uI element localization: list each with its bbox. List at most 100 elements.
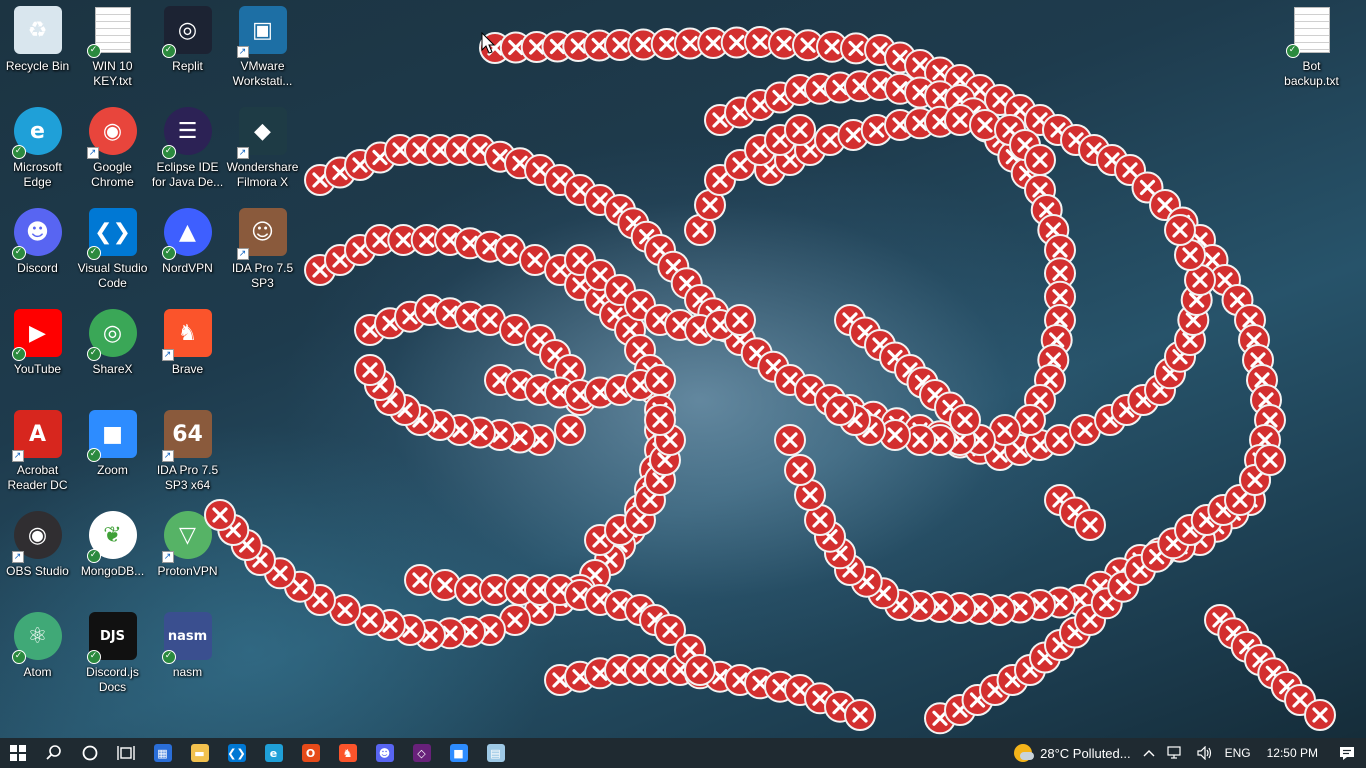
desktop-icon[interactable]: 64 ↗ IDA Pro 7.5 SP3 x64 (150, 404, 225, 505)
error-x-icon (564, 379, 596, 411)
error-x-icon (740, 337, 773, 370)
desktop-icon[interactable]: ❮❯ ✓ Visual Studio Code (75, 202, 150, 303)
error-x-icon (839, 404, 871, 436)
taskbar-app-notepad[interactable]: ▤ (477, 738, 514, 768)
error-x-icon (484, 419, 516, 451)
error-x-icon (884, 109, 916, 141)
desktop-icon[interactable]: ◆ ↗ Wondershare Filmora X (225, 101, 300, 202)
error-x-icon (1234, 484, 1266, 516)
error-x-icon (479, 574, 511, 606)
taskbar-app-vscode[interactable]: ❮❯ (218, 738, 255, 768)
error-x-icon (429, 569, 461, 601)
clock[interactable]: 12:50 PM (1257, 738, 1328, 768)
error-x-icon (894, 354, 926, 386)
taskbar-app-microsoft-store[interactable]: ▦ (144, 738, 181, 768)
error-x-icon (904, 414, 936, 446)
taskbar-app-office[interactable]: O (292, 738, 329, 768)
error-x-icon (524, 154, 556, 186)
error-x-icon (840, 32, 872, 65)
cortana-icon[interactable] (72, 738, 108, 768)
shortcut-arrow-icon: ↗ (161, 450, 174, 462)
desktop-icon-label: nasm (172, 665, 203, 679)
start-icon[interactable] (0, 738, 36, 768)
task-view-icon[interactable] (108, 738, 144, 768)
weather-widget[interactable]: 28°C Polluted... (1008, 738, 1136, 768)
desktop-icon-label: Wondershare Filmora X (226, 160, 299, 189)
desktop-icon[interactable]: ▣ ↗ VMware Workstati... (225, 0, 300, 101)
taskbar-app-brave[interactable]: ♞ (329, 738, 366, 768)
error-x-icon (1060, 124, 1092, 156)
desktop-icon[interactable]: ◎ ✓ Replit (150, 0, 225, 101)
desktop-icon-label: Bot backup.txt (1284, 59, 1339, 88)
error-x-icon (804, 504, 836, 536)
desktop-icon[interactable]: ✓ Bot backup.txt (1274, 0, 1349, 101)
error-x-icon (410, 224, 443, 256)
desktop-icon[interactable]: ◎ ✓ ShareX (75, 303, 150, 404)
language-indicator[interactable]: ENG (1219, 738, 1257, 768)
desktop-icon[interactable]: nasm ✓ nasm (150, 606, 225, 707)
desktop-icon[interactable]: ✓ WIN 10 KEY.txt (75, 0, 150, 101)
desktop-icon[interactable]: ▶ ✓ YouTube (0, 303, 75, 404)
desktop-icon-grid: ♻ Recycle Bin ✓ WIN 10 KEY.txt ◎ ✓ Replit ▣ ↗ VMw… (0, 0, 300, 707)
notifications-icon[interactable] (1328, 738, 1366, 768)
error-x-icon (724, 149, 756, 181)
taskbar-app-zoom[interactable]: ■ (440, 738, 477, 768)
desktop-icon[interactable]: DJS ✓ Discord.js Docs (75, 606, 150, 707)
desktop-icon[interactable]: ♻ Recycle Bin (0, 0, 75, 101)
error-x-icon (1044, 424, 1076, 456)
taskbar-app-discord[interactable]: ☻ (366, 738, 403, 768)
taskbar-app-file-explorer[interactable]: ▬ (181, 738, 218, 768)
error-x-icon (344, 149, 376, 181)
discord-icon: ☻ ✓ (11, 208, 62, 260)
error-x-icon (961, 684, 994, 716)
desktop-icon[interactable]: ■ ✓ Zoom (75, 404, 150, 505)
shortcut-arrow-icon: ↗ (11, 551, 24, 563)
network-icon[interactable] (1161, 738, 1191, 768)
error-x-icon (644, 434, 676, 466)
desktop-icon[interactable]: A ↗ Acrobat Reader DC (0, 404, 75, 505)
error-x-icon (664, 309, 696, 341)
volume-icon[interactable] (1191, 738, 1219, 768)
desktop-icon[interactable]: ☻ ✓ Discord (0, 202, 75, 303)
desktop-icon[interactable]: ◉ ↗ Google Chrome (75, 101, 150, 202)
error-x-icon (924, 591, 956, 623)
error-x-icon (1074, 509, 1106, 541)
error-x-icon (624, 334, 656, 366)
sync-check-icon: ✓ (161, 246, 176, 260)
error-x-icon (757, 350, 790, 383)
desktop-icon[interactable]: ♞ ↗ Brave (150, 303, 225, 404)
desktop-icon[interactable]: ▽ ↗ ProtonVPN (150, 505, 225, 606)
error-x-icon (1044, 280, 1076, 313)
error-x-icon (994, 114, 1026, 146)
desktop-icon[interactable]: ☺ ↗ IDA Pro 7.5 SP3 (225, 202, 300, 303)
error-x-icon (949, 404, 981, 436)
error-x-icon (1164, 530, 1196, 563)
error-x-icon (924, 420, 956, 453)
desktop-icon[interactable]: ▲ ✓ NordVPN (150, 202, 225, 303)
error-x-icon (1207, 494, 1240, 526)
error-x-icon (474, 230, 506, 263)
error-x-icon (1030, 194, 1063, 226)
error-x-icon (387, 224, 420, 256)
desktop-icon[interactable]: e ✓ Microsoft Edge (0, 101, 75, 202)
vscode-icon: ❮❯ (227, 744, 246, 762)
desktop-icon[interactable]: ☰ ✓ Eclipse IDE for Java De... (150, 101, 225, 202)
taskbar-app-edge[interactable]: e (255, 738, 292, 768)
taskbar-app-visual-studio[interactable]: ◇ (403, 738, 440, 768)
shortcut-arrow-icon: ↗ (161, 349, 174, 361)
error-x-icon (644, 654, 676, 686)
error-x-icon (1217, 617, 1250, 650)
desktop-icon[interactable]: ⚛ ✓ Atom (0, 606, 75, 707)
discord-icon: ☻ (375, 744, 394, 762)
shortcut-arrow-icon: ↗ (161, 551, 174, 563)
error-x-icon (684, 654, 716, 686)
error-x-icon (604, 374, 636, 406)
desktop-icon[interactable]: ❦ ✓ MongoDB... (75, 505, 150, 606)
search-icon[interactable] (36, 738, 72, 768)
sync-check-icon: ✓ (86, 44, 101, 58)
show-hidden-icons-chevron-icon[interactable] (1137, 738, 1161, 768)
error-x-icon (564, 269, 596, 301)
error-x-icon (541, 30, 574, 63)
desktop-icon[interactable]: ◉ ↗ OBS Studio (0, 505, 75, 606)
error-x-icon (414, 294, 446, 326)
